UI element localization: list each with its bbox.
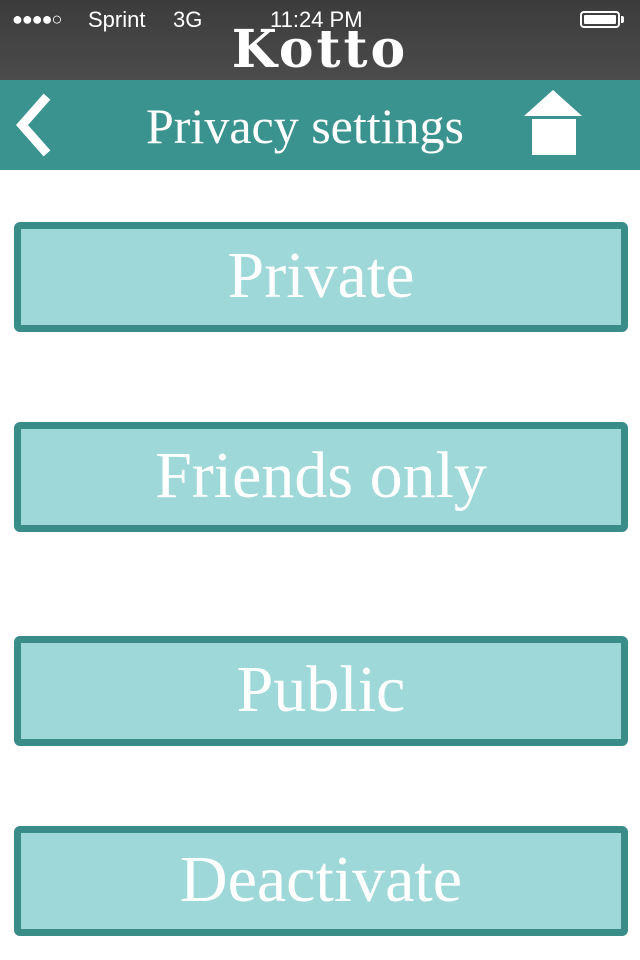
navigation-bar: Privacy settings — [0, 80, 640, 170]
private-button[interactable]: Private — [14, 222, 628, 332]
back-button[interactable] — [10, 90, 60, 160]
page-title: Privacy settings — [145, 98, 465, 154]
friends-only-button[interactable]: Friends only — [14, 422, 628, 532]
deactivate-button[interactable]: Deactivate — [14, 826, 628, 936]
privacy-settings-screen: ●●●●○ Sprint 3G 11:24 PM Kotto Privacy s… — [0, 0, 640, 960]
app-title: Kotto — [231, 19, 409, 80]
top-bar: ●●●●○ Sprint 3G 11:24 PM Kotto — [0, 0, 640, 80]
chevron-left-icon — [16, 93, 51, 157]
home-button[interactable] — [520, 88, 586, 158]
home-icon — [524, 90, 582, 155]
public-button[interactable]: Public — [14, 636, 628, 746]
